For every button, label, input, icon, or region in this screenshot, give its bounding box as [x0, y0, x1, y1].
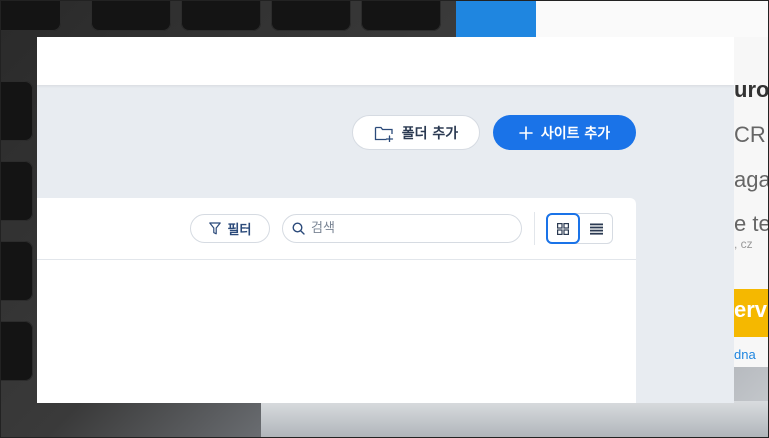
background-text: erv: [734, 297, 768, 322]
list-icon: [590, 223, 603, 235]
keyboard-key: [1, 241, 33, 301]
background-text: aga: [734, 167, 769, 192]
keyboard-key: [1, 1, 61, 31]
keyboard-key: [271, 1, 351, 31]
list-view-button[interactable]: [581, 214, 612, 243]
plus-icon: [519, 125, 533, 140]
top-bar: [37, 37, 734, 85]
keyboard-key: [1, 161, 33, 221]
keyboard-key: [1, 81, 33, 141]
add-folder-button[interactable]: 폴더 추가: [352, 115, 480, 150]
background-text: dna: [734, 347, 756, 362]
sites-panel: 필터: [37, 198, 636, 403]
grid-icon: [557, 222, 569, 235]
background-blue-object: [456, 1, 536, 37]
background-laptop-base: [261, 401, 768, 437]
background-text: CR: [734, 122, 766, 147]
filter-label: 필터: [227, 223, 252, 238]
keyboard-key: [1, 321, 33, 381]
add-site-label: 사이트 추가: [540, 125, 611, 142]
toolbar-divider: [534, 212, 535, 245]
background-white-surface: [536, 1, 768, 37]
keyboard-key: [181, 1, 261, 31]
background-text: e te: [734, 211, 769, 236]
filter-icon: [208, 222, 221, 235]
add-folder-label: 폴더 추가: [401, 125, 459, 142]
filter-button[interactable]: 필터: [190, 214, 270, 243]
search-box[interactable]: [282, 214, 522, 243]
keyboard-key: [91, 1, 171, 31]
background-text: , cz: [734, 237, 753, 251]
app-window: 폴더 추가 사이트 추가 필터: [37, 37, 734, 403]
keyboard-key: [361, 1, 441, 31]
background-text: uro: [734, 77, 769, 102]
add-site-button[interactable]: 사이트 추가: [493, 115, 636, 150]
view-mode-toggle: [546, 213, 613, 244]
search-input[interactable]: [311, 221, 501, 236]
search-icon: [292, 222, 305, 235]
grid-view-button[interactable]: [546, 213, 580, 244]
folder-plus-icon: [374, 126, 393, 142]
screenshot-frame: uro CR aga e te , cz erv dna 폴더 추가 사이트 추…: [0, 0, 769, 438]
panel-toolbar: 필터: [37, 198, 636, 260]
